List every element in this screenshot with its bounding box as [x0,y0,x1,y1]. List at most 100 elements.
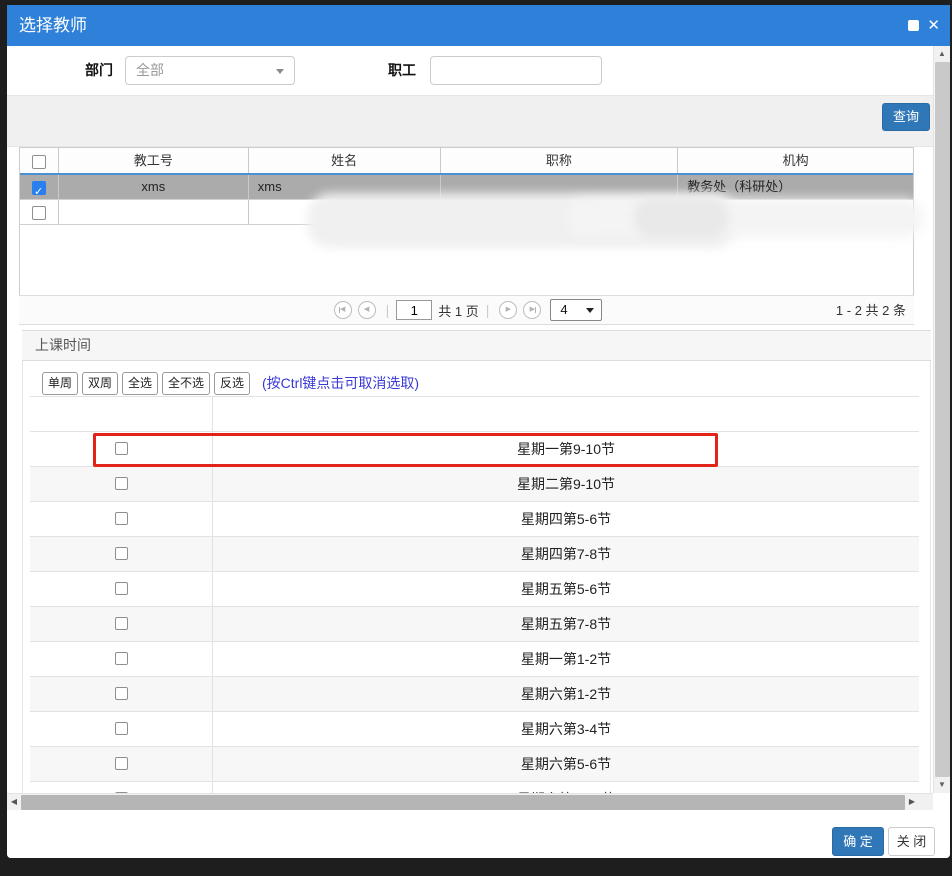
schedule-row[interactable]: 星期六第9-10节 [30,782,919,793]
select-teacher-dialog: 选择教师 ✕ 部门 全部 职工 查询 教工号 姓名 职称 机构 xmsxms教务… [7,5,950,858]
schedule-checkbox-cell [30,677,213,711]
row-checkbox[interactable] [32,206,46,220]
scroll-up-icon[interactable]: ▲ [934,46,950,62]
schedule-checkbox[interactable] [115,582,128,595]
teacher-title-cell [441,175,679,199]
chevron-down-icon [276,69,284,74]
page-size-select[interactable]: 4 [550,299,602,321]
column-header-name: 姓名 [249,148,441,173]
schedule-checkbox-cell [30,467,213,501]
schedule-section-title: 上课时间 [35,337,91,353]
schedule-checkbox[interactable] [115,477,128,490]
row-checkbox-cell [20,175,59,199]
pagination-divider: | [386,302,390,318]
schedule-checkbox[interactable] [115,722,128,735]
schedule-slot-label: 星期四第5-6节 [213,502,919,536]
department-label: 部门 [85,56,113,85]
header-checkbox-cell [20,148,59,173]
schedule-checkbox-cell [30,607,213,641]
schedule-checkbox[interactable] [115,687,128,700]
teacher-table-header: 教工号 姓名 职称 机构 [20,148,913,175]
schedule-row[interactable]: 星期五第7-8节 [30,607,919,642]
schedule-row[interactable]: 星期四第7-8节 [30,537,919,572]
schedule-checkbox[interactable] [115,442,128,455]
staff-label: 职工 [388,56,416,85]
close-button[interactable]: 关 闭 [888,827,935,856]
vertical-scrollbar-thumb[interactable] [935,62,950,777]
row-checkbox[interactable] [32,181,46,195]
dialog-title: 选择教师 [19,5,87,46]
schedule-slot-label: 星期六第9-10节 [213,782,919,793]
schedule-row[interactable]: 星期六第1-2节 [30,677,919,712]
scroll-down-icon[interactable]: ▼ [934,777,950,793]
schedule-checkbox[interactable] [115,617,128,630]
close-icon[interactable]: ✕ [927,15,940,36]
record-range-label: 1 - 2 共 2 条 [836,296,906,326]
vertical-scrollbar[interactable]: ▲ ▼ [933,46,950,793]
schedule-checkbox-cell [30,397,213,431]
select-all-button[interactable]: 全选 [122,372,158,395]
total-pages-label: 共 1 页 [438,301,478,320]
schedule-slot-label: 星期一第9-10节 [213,432,919,466]
schedule-checkbox-cell [30,642,213,676]
next-page-button[interactable]: ▶ [499,301,517,319]
schedule-slot-label: 星期四第7-8节 [213,537,919,571]
chevron-down-icon [586,308,594,313]
schedule-table: 星期一第9-10节星期二第9-10节星期四第5-6节星期四第7-8节星期五第5-… [30,396,919,793]
schedule-slot-label: 星期五第5-6节 [213,572,919,606]
schedule-row[interactable]: 星期五第5-6节 [30,572,919,607]
pagination-divider: | [486,302,490,318]
select-none-button[interactable]: 全不选 [162,372,210,395]
double-week-button[interactable]: 双周 [82,372,118,395]
page-number-input[interactable] [396,300,432,320]
confirm-button[interactable]: 确 定 [832,827,884,856]
schedule-slot-label [213,397,919,431]
horizontal-scrollbar[interactable]: ◀ ▶ [7,793,933,810]
single-week-button[interactable]: 单周 [42,372,78,395]
schedule-section-header: 上课时间 [22,330,931,361]
teacher-id-cell [59,200,249,224]
teacher-name-cell [249,200,441,224]
select-all-checkbox[interactable] [32,155,46,169]
scroll-left-icon[interactable]: ◀ [7,794,21,810]
teacher-title-cell [441,200,679,224]
schedule-checkbox-cell [30,572,213,606]
toolbar-band [7,95,950,147]
prev-page-button[interactable]: ◀ [358,301,376,319]
invert-select-button[interactable]: 反选 [214,372,250,395]
column-header-title: 职称 [441,148,679,173]
schedule-row[interactable]: 星期四第5-6节 [30,502,919,537]
schedule-row[interactable]: 星期六第5-6节 [30,747,919,782]
schedule-checkbox[interactable] [115,652,128,665]
schedule-row[interactable]: 星期一第9-10节 [30,432,919,467]
schedule-row[interactable]: 星期一第1-2节 [30,642,919,677]
teacher-org-cell: 教务处（科研处） [678,175,913,199]
schedule-row[interactable]: 星期六第3-4节 [30,712,919,747]
teacher-row[interactable]: xmsxms教务处（科研处） [20,175,913,200]
teacher-name-cell: xms [249,175,441,199]
ctrl-click-hint: (按Ctrl键点击可取消选取) [262,372,419,395]
scroll-right-icon[interactable]: ▶ [905,794,919,810]
schedule-row[interactable]: 星期二第9-10节 [30,467,919,502]
staff-input[interactable] [430,56,602,85]
last-page-button[interactable]: ▶ [523,301,541,319]
schedule-slot-label: 星期一第1-2节 [213,642,919,676]
department-select[interactable]: 全部 [125,56,295,85]
schedule-checkbox-cell [30,747,213,781]
search-button[interactable]: 查询 [882,103,930,131]
schedule-checkbox[interactable] [115,512,128,525]
department-select-value: 全部 [136,62,164,78]
schedule-checkbox[interactable] [115,547,128,560]
schedule-checkbox-cell [30,432,213,466]
dialog-titlebar: 选择教师 ✕ [7,5,950,46]
teacher-row[interactable] [20,200,913,225]
schedule-checkbox-cell [30,712,213,746]
horizontal-scrollbar-thumb[interactable] [21,795,905,810]
first-page-button[interactable]: ◀ [334,301,352,319]
schedule-slot-label: 星期六第3-4节 [213,712,919,746]
page-size-value: 4 [560,302,567,317]
maximize-icon[interactable] [908,20,919,31]
schedule-checkbox[interactable] [115,757,128,770]
schedule-row[interactable] [30,397,919,432]
dialog-footer: 确 定 关 闭 [7,810,950,858]
